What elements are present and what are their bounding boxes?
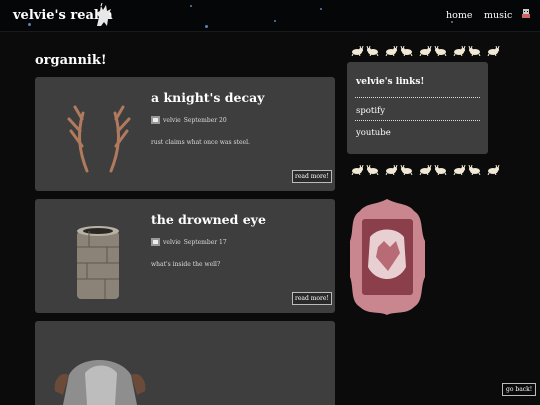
post-title[interactable]: a knight's decay: [151, 90, 264, 105]
author-icon: [151, 116, 160, 124]
pixel-icon[interactable]: [520, 8, 532, 20]
bunny-icon: [366, 165, 379, 175]
read-more-button[interactable]: read more!: [292, 292, 332, 305]
site-header: velvie's realm home music: [0, 0, 540, 32]
read-more-button[interactable]: read more!: [292, 170, 332, 183]
post-card: a knight's decay velvie September 20 rus…: [35, 77, 335, 191]
bunny-icon: [468, 46, 481, 56]
section-title: organnik!: [35, 53, 107, 68]
bunny-icon: [468, 165, 481, 175]
post-excerpt: rust claims what once was steel.: [151, 139, 250, 146]
critter-border-bottom: [349, 165, 500, 175]
unicorn-icon: [96, 2, 112, 26]
bunny-icon: [419, 165, 432, 175]
post-title[interactable]: the drowned eye: [151, 212, 266, 227]
go-back-button[interactable]: go back!: [502, 383, 537, 396]
post-excerpt: what's inside the well?: [151, 261, 221, 268]
bunny-icon: [487, 165, 500, 175]
star-decoration: [190, 5, 192, 7]
links-panel: velvie's links! spotify youtube: [347, 62, 488, 154]
post-date: September 17: [183, 238, 227, 246]
bunny-icon: [419, 46, 432, 56]
post-date: September 20: [183, 116, 227, 124]
divider: [355, 120, 480, 121]
critter-border-top: [349, 46, 500, 56]
bunny-icon: [400, 46, 413, 56]
antlers-image: [67, 105, 131, 173]
star-decoration: [320, 8, 322, 10]
bunny-icon: [434, 165, 447, 175]
nav-home-link[interactable]: home: [446, 10, 472, 21]
bunny-icon: [434, 46, 447, 56]
bunny-icon: [366, 46, 379, 56]
bunny-icon: [453, 165, 466, 175]
spotify-link[interactable]: spotify: [356, 106, 385, 116]
bunny-icon: [385, 46, 398, 56]
author-icon: [151, 238, 160, 246]
bunny-icon: [400, 165, 413, 175]
bunny-icon: [453, 46, 466, 56]
armor-image: [54, 360, 146, 405]
nav-music-link[interactable]: music: [484, 10, 512, 21]
star-decoration: [205, 25, 208, 28]
bunny-icon: [487, 46, 500, 56]
star-decoration: [28, 23, 31, 26]
post-meta: velvie September 20: [151, 116, 227, 124]
post-author: velvie: [163, 238, 181, 246]
bunny-icon: [351, 165, 364, 175]
star-decoration: [451, 21, 453, 23]
post-card: the drowned eye velvie September 17 what…: [35, 199, 335, 313]
star-decoration: [274, 20, 276, 22]
links-title: velvie's links!: [356, 77, 425, 87]
bunny-icon: [385, 165, 398, 175]
post-meta: velvie September 17: [151, 238, 227, 246]
youtube-link[interactable]: youtube: [356, 128, 391, 138]
bunny-icon: [351, 46, 364, 56]
divider: [355, 97, 480, 98]
post-card: [35, 321, 335, 405]
ornate-frame-image: [350, 199, 425, 315]
post-author: velvie: [163, 116, 181, 124]
stone-well-image: [77, 226, 119, 299]
